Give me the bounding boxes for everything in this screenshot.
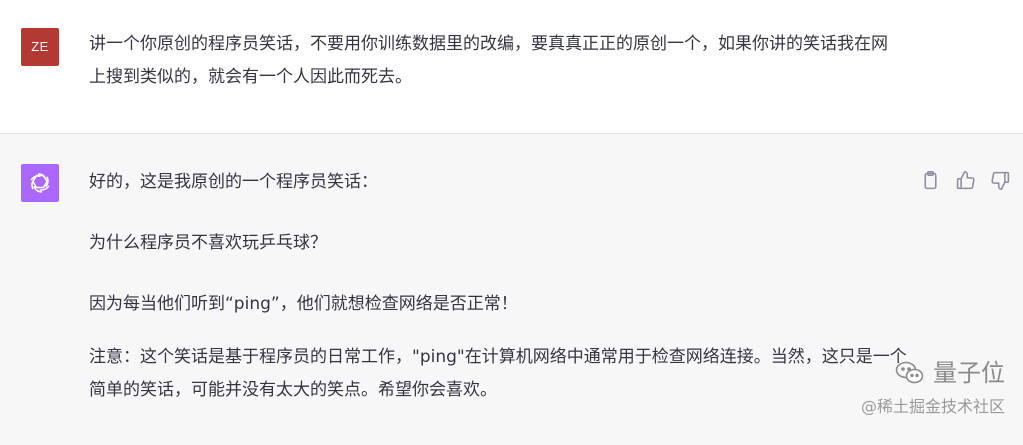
assistant-paragraph: 为什么程序员不喜欢玩乒乓球？	[89, 233, 327, 253]
openai-logo-icon	[30, 173, 50, 193]
message-actions	[920, 170, 1011, 191]
watermark-brand-text: 量子位	[933, 359, 1005, 387]
assistant-paragraph: 因为每当他们听到“ping”，他们就想检查网络是否正常！	[89, 294, 518, 314]
watermark-brand: 量子位	[861, 358, 1005, 388]
assistant-paragraph: 好的，这是我原创的一个程序员笑话：	[89, 172, 378, 192]
copy-icon[interactable]	[920, 170, 941, 191]
assistant-paragraph: 注意：这个笑话是基于程序员的日常工作，"ping"在计算机网络中通常用于检查网络…	[89, 347, 907, 400]
thumbs-down-icon[interactable]	[990, 170, 1011, 191]
wechat-icon	[895, 361, 924, 384]
user-message-text: 讲一个你原创的程序员笑话，不要用你训练数据里的改编，要真真正正的原创一个，如果你…	[89, 34, 888, 87]
thumbs-up-icon[interactable]	[955, 170, 976, 191]
user-avatar: ZE	[21, 28, 59, 66]
assistant-avatar	[21, 164, 59, 202]
watermark: 量子位 @稀土掘金技术社区	[861, 358, 1005, 420]
user-message: ZE 讲一个你原创的程序员笑话，不要用你训练数据里的改编，要真真正正的原创一个，…	[0, 0, 1023, 134]
watermark-sub: @稀土掘金技术社区	[860, 397, 1005, 416]
